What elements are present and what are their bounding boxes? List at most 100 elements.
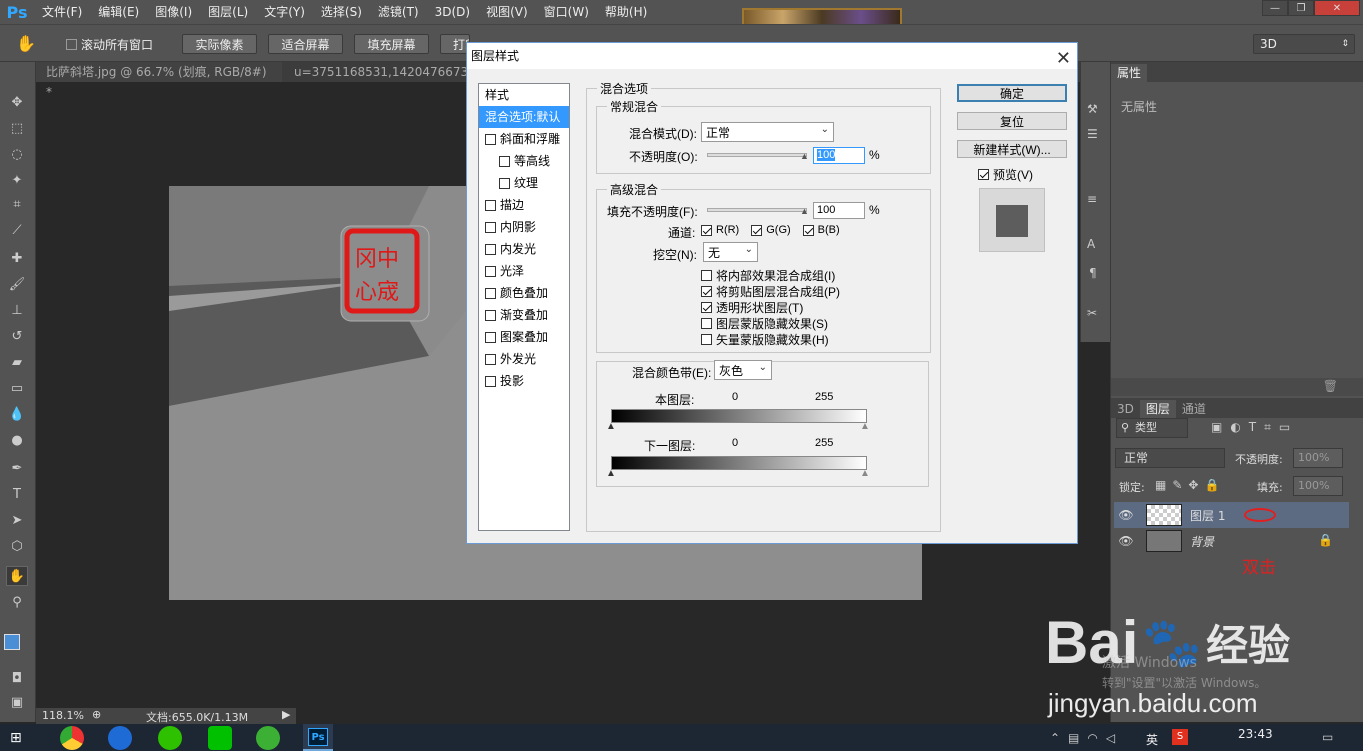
hand-tool-selected-icon[interactable]: ✋	[6, 566, 28, 586]
lock-icons[interactable]: ▦✎✥🔒	[1155, 478, 1225, 492]
checkbox-icon[interactable]	[499, 177, 510, 189]
style-item[interactable]: 颜色叠加	[479, 282, 569, 304]
character-icon[interactable]: A	[1087, 237, 1095, 251]
advanced-option-checkbox[interactable]: 图层蒙版隐藏效果(S)	[701, 315, 840, 331]
style-item[interactable]: 纹理	[479, 172, 569, 194]
opacity-slider[interactable]	[707, 153, 807, 157]
restore-button[interactable]: ❐	[1288, 0, 1314, 16]
tool-presets-icon[interactable]: ✂	[1087, 306, 1097, 320]
adjustments-icon[interactable]: ☰	[1087, 127, 1098, 141]
style-item[interactable]: 混合选项:默认	[479, 106, 569, 128]
reset-button[interactable]: 复位	[957, 112, 1067, 130]
checkbox-icon[interactable]	[485, 309, 496, 321]
channel-r-checkbox[interactable]: R(R)	[701, 224, 739, 236]
menu-item[interactable]: 窗口(W)	[536, 0, 597, 24]
style-item[interactable]: 内发光	[479, 238, 569, 260]
checkbox-icon[interactable]	[499, 155, 510, 167]
document-tab[interactable]: u=3751168531,1420476673&f	[284, 62, 469, 82]
tab-channels[interactable]: 通道	[1176, 400, 1212, 418]
menu-item[interactable]: 图像(I)	[147, 0, 200, 24]
dodge-tool-icon[interactable]: ●	[6, 430, 28, 450]
brush-tool-icon[interactable]: 🖌	[6, 274, 28, 294]
fill-screen-button[interactable]: 填充屏幕	[354, 34, 429, 54]
menu-item[interactable]: 3D(D)	[427, 0, 478, 24]
style-item[interactable]: 图案叠加	[479, 326, 569, 348]
advanced-option-checkbox[interactable]: 透明形状图层(T)	[701, 299, 840, 315]
slider-thumb-icon[interactable]: ▲	[800, 151, 809, 161]
pen-tool-icon[interactable]: ✒	[6, 458, 28, 478]
opacity-input[interactable]: 100%	[1293, 448, 1343, 468]
document-tab-active[interactable]: 比萨斜塔.jpg @ 66.7% (划痕, RGB/8#) *	[36, 62, 282, 99]
input-language[interactable]: 英	[1146, 731, 1158, 748]
advanced-option-checkbox[interactable]: 矢量蒙版隐藏效果(H)	[701, 331, 840, 347]
menu-item[interactable]: 视图(V)	[478, 0, 536, 24]
layer-name[interactable]: 图层 1	[1190, 507, 1225, 524]
layer-filter-select[interactable]: ⚲ 类型	[1116, 418, 1188, 438]
zoom-level[interactable]: 118.1%	[42, 709, 84, 722]
menu-item[interactable]: 编辑(E)	[90, 0, 147, 24]
shape-tool-icon[interactable]: ⬡	[6, 536, 28, 556]
quick-mask-icon[interactable]: ◘	[6, 668, 28, 688]
advanced-option-checkbox[interactable]: 将内部效果混合成组(I)	[701, 267, 840, 283]
menu-item[interactable]: 图层(L)	[200, 0, 256, 24]
photoshop-taskbar-item[interactable]: Ps	[303, 724, 333, 751]
checkbox-icon[interactable]	[485, 221, 496, 233]
black-slider-thumb-icon[interactable]: ▲	[606, 468, 616, 479]
path-selection-tool-icon[interactable]: ➤	[6, 510, 28, 530]
layer-row-background[interactable]: 👁 背景 🔒	[1114, 528, 1349, 554]
close-icon[interactable]: ✕	[1056, 45, 1071, 71]
black-slider-thumb-icon[interactable]: ▲	[606, 421, 616, 432]
menu-item[interactable]: 滤镜(T)	[370, 0, 427, 24]
checkbox-icon[interactable]	[485, 287, 496, 299]
kuwo-icon[interactable]	[108, 726, 132, 750]
styles-header[interactable]: 样式	[479, 84, 569, 106]
preview-checkbox[interactable]: 预览(V)	[978, 166, 1033, 183]
actual-pixels-button[interactable]: 实际像素	[182, 34, 257, 54]
history-brush-tool-icon[interactable]: ↺	[6, 326, 28, 346]
tab-3d[interactable]: 3D	[1111, 400, 1140, 418]
type-tool-icon[interactable]: T	[6, 484, 28, 504]
style-item[interactable]: 外发光	[479, 348, 569, 370]
crop-tool-icon[interactable]: ⌗	[6, 194, 28, 214]
healing-brush-tool-icon[interactable]: ✚	[6, 248, 28, 268]
style-item[interactable]: 斜面和浮雕	[479, 128, 569, 150]
style-item[interactable]: 描边	[479, 194, 569, 216]
checkbox-icon[interactable]	[485, 265, 496, 277]
checkbox-icon[interactable]	[485, 331, 496, 343]
filter-icons[interactable]: ▣◐T⌗▭	[1211, 420, 1298, 435]
sogou-icon[interactable]: S	[1172, 729, 1188, 745]
browser-360-icon[interactable]	[256, 726, 280, 750]
white-slider-thumb-icon[interactable]: ▲	[860, 468, 870, 479]
checkbox-icon[interactable]	[485, 243, 496, 255]
channel-g-checkbox[interactable]: G(G)	[751, 224, 791, 236]
style-item[interactable]: 渐变叠加	[479, 304, 569, 326]
blend-mode-select[interactable]: 正常 ⌄	[701, 122, 834, 142]
opacity-input[interactable]: 100	[813, 147, 865, 164]
scroll-all-windows-checkbox[interactable]: 滚动所有窗口	[66, 36, 153, 53]
play-arrow-icon[interactable]: ▶	[282, 708, 290, 721]
system-tray-icons[interactable]: ⌃▤◠◁	[1050, 731, 1123, 745]
ok-button[interactable]: 确定	[957, 84, 1067, 102]
menu-item[interactable]: 帮助(H)	[597, 0, 655, 24]
iqiyi-icon[interactable]	[208, 726, 232, 750]
notifications-icon[interactable]: ▭	[1322, 730, 1333, 744]
style-item[interactable]: 光泽	[479, 260, 569, 282]
checkbox-icon[interactable]	[485, 353, 496, 365]
style-item[interactable]: 内阴影	[479, 216, 569, 238]
slider-thumb-icon[interactable]: ▲	[800, 206, 809, 216]
clock-time[interactable]: 23:43	[1238, 727, 1273, 741]
foreground-color-swatch[interactable]	[4, 634, 20, 650]
knockout-select[interactable]: 无 ⌄	[703, 242, 758, 262]
white-slider-thumb-icon[interactable]: ▲	[860, 421, 870, 432]
blend-if-select[interactable]: 灰色 ⌄	[714, 360, 772, 380]
eye-icon[interactable]: 👁	[1114, 534, 1138, 548]
fit-screen-button[interactable]: 适合屏幕	[268, 34, 343, 54]
close-window-button[interactable]: ✕	[1314, 0, 1360, 16]
zoom-tool-icon[interactable]: ⚲	[6, 592, 28, 612]
workspace-select[interactable]: 3D ⇕	[1253, 34, 1355, 54]
style-item[interactable]: 等高线	[479, 150, 569, 172]
minimize-button[interactable]: —	[1262, 0, 1288, 16]
move-tool-icon[interactable]: ✥	[6, 92, 28, 112]
tab-layers[interactable]: 图层	[1139, 400, 1176, 418]
fill-input[interactable]: 100%	[1293, 476, 1343, 496]
